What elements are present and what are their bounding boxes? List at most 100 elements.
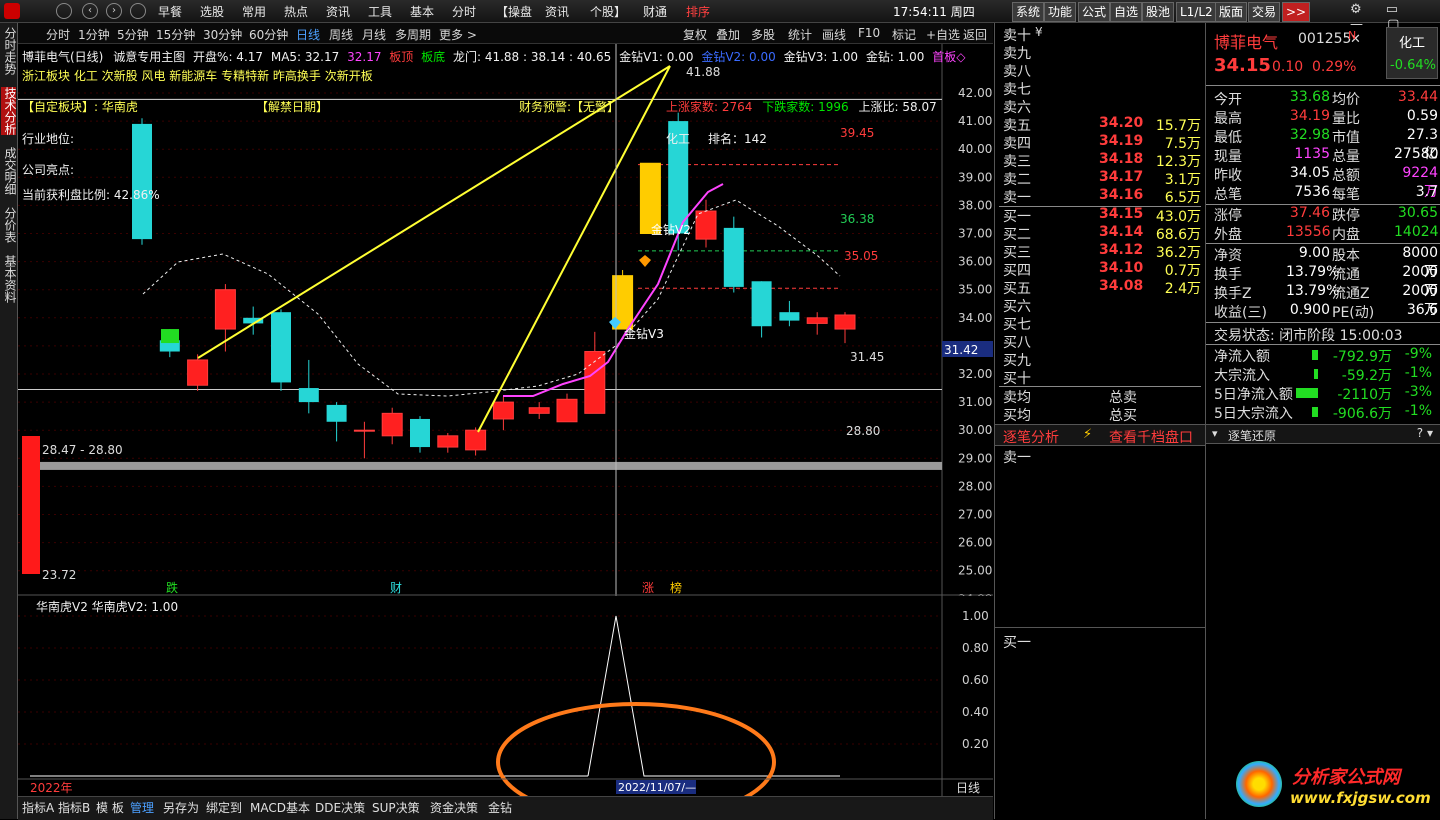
bottom-tab-5[interactable]: 绑定到 (206, 799, 242, 816)
bottom-tab-8[interactable]: SUP决策 (372, 799, 420, 816)
jinzuan-v3-label: 金钻V3 (624, 326, 664, 341)
menu-item-10[interactable]: 个股】 (590, 3, 626, 20)
ask-row[interactable]: 卖三 34.18 12.3万 (1003, 151, 1201, 170)
ask-row[interactable]: 卖五 34.20 15.7万 (1003, 115, 1201, 134)
menu-item-6[interactable]: 基本 (410, 3, 434, 20)
period-tab-2[interactable]: 5分钟 (117, 26, 149, 43)
bottom-tab-0[interactable]: 指标A (22, 799, 54, 816)
ask-row[interactable]: 卖八 (1003, 61, 1201, 80)
left-tab-3[interactable]: 分价表 (1, 207, 17, 243)
chart-tool-1[interactable]: 叠加 (716, 26, 740, 43)
tick-analysis-tab[interactable]: 逐笔分析 (1003, 427, 1059, 447)
period-tab-10[interactable]: 更多 > (439, 26, 477, 43)
left-tab-4[interactable]: 基本资料 (1, 255, 17, 303)
period-tab-5[interactable]: 60分钟 (249, 26, 288, 43)
nav-home-icon[interactable] (56, 3, 72, 19)
ask-row[interactable]: 卖十 (1003, 25, 1201, 44)
left-tab-0[interactable]: 分时走势 (1, 27, 17, 75)
menu-item-0[interactable]: 早餐 (158, 3, 182, 20)
menu-item-4[interactable]: 资讯 (326, 3, 350, 20)
menu-item-9[interactable]: 资讯 (545, 3, 569, 20)
bottom-tab-9[interactable]: 资金决策 (430, 799, 478, 816)
chart-tool-5[interactable]: F10 (858, 26, 880, 40)
chart-tool-8[interactable]: 返回 (963, 26, 987, 43)
menu-item-7[interactable]: 分时 (452, 3, 476, 20)
bottom-tab-3[interactable]: 管理 (130, 799, 154, 816)
bid-row[interactable]: 买七 (1003, 314, 1201, 333)
chart-tool-2[interactable]: 多股 (751, 26, 775, 43)
menu-item-8[interactable]: 【操盘 (496, 3, 532, 20)
quote-cell: 30.65 (1397, 205, 1438, 221)
left-tab-2[interactable]: 成交明细 (1, 147, 17, 195)
bid-row[interactable]: 买四 34.10 0.7万 (1003, 260, 1201, 279)
period-tab-4[interactable]: 30分钟 (203, 26, 242, 43)
nav-refresh-icon[interactable] (130, 3, 146, 19)
period-tab-8[interactable]: 月线 (362, 26, 386, 43)
ask-row[interactable]: 卖一 34.16 6.5万 (1003, 187, 1201, 206)
indicator-select[interactable]: 诚意专用主图 (113, 50, 185, 64)
full-depth-link[interactable]: 查看千档盘口 (1109, 427, 1193, 447)
diamond-icon-gold (639, 255, 651, 267)
sys-button-4[interactable]: 股池 (1142, 2, 1175, 22)
bid-row[interactable]: 买六 (1003, 296, 1201, 315)
bid-row[interactable]: 买一 34.15 43.0万 (1003, 206, 1201, 225)
bid-row[interactable]: 买十 (1003, 368, 1201, 387)
ask-row[interactable]: 卖七 (1003, 79, 1201, 98)
bottom-tab-6[interactable]: MACD基本 (250, 799, 310, 816)
sys-button-5[interactable]: L1/L2 (1176, 2, 1217, 22)
chart-tool-0[interactable]: 复权 (683, 26, 707, 43)
period-tab-3[interactable]: 15分钟 (156, 26, 195, 43)
collapse-icon[interactable]: ▾ (1212, 427, 1218, 440)
sys-button-7[interactable]: 交易 (1248, 2, 1281, 22)
period-tab-6[interactable]: 日线 (296, 26, 320, 43)
menu-item-5[interactable]: 工具 (368, 3, 392, 20)
bid-row[interactable]: 买二 34.14 68.6万 (1003, 224, 1201, 243)
chart-tool-7[interactable]: +自选 (926, 26, 960, 43)
chart-tool-3[interactable]: 统计 (788, 26, 812, 43)
bottom-tab-1[interactable]: 指标B (58, 799, 90, 816)
menu-item-3[interactable]: 热点 (284, 3, 308, 20)
ask-row[interactable]: 卖二 34.17 3.1万 (1003, 169, 1201, 188)
nav-forward-icon[interactable]: › (106, 3, 122, 19)
period-tab-7[interactable]: 周线 (329, 26, 353, 43)
sub-indicator-chart[interactable]: 1.00 0.80 0.60 0.40 0.20 2022年 2022/11/07/— 日线 (18, 596, 993, 796)
sys-button-2[interactable]: 公式 (1078, 2, 1111, 22)
tick-restore-title[interactable]: 逐笔还原 (1228, 427, 1276, 444)
sys-button-3[interactable]: 自选 (1110, 2, 1143, 22)
flow-pct: -3% (1404, 384, 1432, 400)
period-tab-9[interactable]: 多周期 (395, 26, 431, 43)
menu-item-1[interactable]: 选股 (200, 3, 224, 20)
chart-tool-4[interactable]: 画线 (822, 26, 846, 43)
sys-button-0[interactable]: 系统 (1012, 2, 1045, 22)
bottom-tab-7[interactable]: DDE决策 (315, 799, 365, 816)
ask-row[interactable]: 卖四 34.19 7.5万 (1003, 133, 1201, 152)
bottom-tab-4[interactable]: 另存为 (163, 799, 199, 816)
sys-button-6[interactable]: 版面 (1215, 2, 1248, 22)
sector-box[interactable]: 化工 -0.64% (1386, 27, 1438, 79)
left-tab-1[interactable]: 技术分析 (1, 87, 17, 135)
menu-item-2[interactable]: 常用 (242, 3, 266, 20)
sys-button-1[interactable]: 功能 (1044, 2, 1077, 22)
sys-button-8[interactable]: >> (1282, 2, 1311, 22)
bottom-tab-10[interactable]: 金钻 (488, 799, 512, 816)
ask-row[interactable]: 卖九 (1003, 43, 1201, 62)
bottom-tab-2[interactable]: 模 板 (96, 799, 124, 816)
ask-label: 卖十 (1003, 28, 1031, 44)
period-tab-1[interactable]: 1分钟 (78, 26, 110, 43)
period-tab-0[interactable]: 分时 (46, 26, 70, 43)
menu-item-11[interactable]: 财通 (643, 3, 667, 20)
quote-cell: 换手 (1214, 267, 1242, 283)
longmen-value: 龙门: 41.88 : 38.14 : 40.65 (452, 50, 612, 64)
ask-row[interactable]: 卖六 (1003, 97, 1201, 116)
bid-row[interactable]: 买九 (1003, 350, 1201, 369)
y-axis-label: 30.00 (958, 423, 992, 437)
candle (271, 309, 291, 391)
help-icon[interactable]: ? ▾ (1417, 426, 1433, 440)
bid-row[interactable]: 买五 34.08 2.4万 (1003, 278, 1201, 297)
nav-back-icon[interactable]: ‹ (82, 3, 98, 19)
bid-row[interactable]: 买三 34.12 36.2万 (1003, 242, 1201, 261)
bid-row[interactable]: 买八 (1003, 332, 1201, 351)
kline-chart[interactable]: 42.00 41.00 40.00 39.00 38.00 37.00 36.00 35.00… (18, 44, 993, 596)
menu-item-12[interactable]: 排序 (686, 3, 710, 20)
chart-tool-6[interactable]: 标记 (892, 26, 916, 43)
